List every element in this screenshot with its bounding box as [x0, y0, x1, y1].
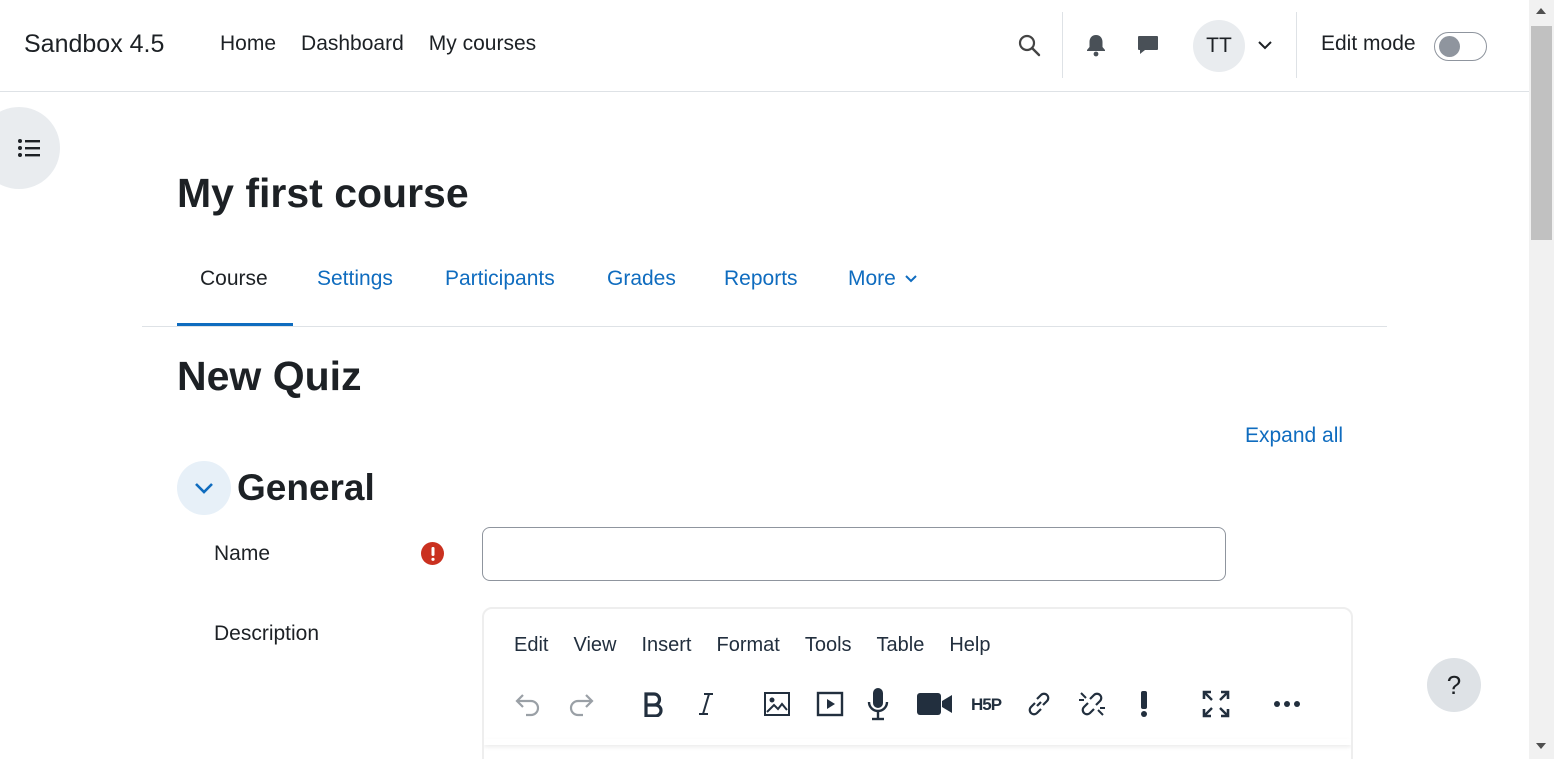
page-heading: New Quiz [177, 353, 362, 399]
tab-more-label: More [848, 267, 896, 290]
help-button[interactable]: ? [1427, 658, 1481, 712]
nav-my-courses[interactable]: My courses [429, 32, 536, 56]
general-section-collapse-button[interactable] [177, 461, 231, 515]
editor-menu-view[interactable]: View [573, 634, 616, 657]
expand-all-link[interactable]: Expand all [1245, 424, 1343, 448]
tab-more[interactable]: More [848, 267, 917, 291]
chevron-down-icon [195, 483, 213, 494]
active-tab-indicator [177, 323, 293, 326]
svg-text:H5P: H5P [971, 695, 1002, 714]
user-avatar[interactable]: TT [1193, 20, 1245, 72]
name-label: Name [214, 542, 271, 565]
more-icon[interactable] [1270, 687, 1304, 721]
bold-icon[interactable] [636, 687, 670, 721]
scroll-down-arrow-icon[interactable] [1536, 743, 1546, 749]
top-navbar: Sandbox 4.5 Home Dashboard My courses TT… [0, 0, 1529, 92]
course-title: My first course [177, 170, 469, 216]
navbar-divider [1296, 12, 1297, 78]
scroll-thumb[interactable] [1531, 26, 1552, 240]
tab-settings[interactable]: Settings [317, 267, 393, 291]
scroll-up-arrow-icon[interactable] [1536, 8, 1546, 14]
search-icon[interactable] [1014, 30, 1044, 60]
editor-menu-tools[interactable]: Tools [805, 634, 852, 657]
video-camera-icon[interactable] [916, 687, 954, 721]
tab-grades[interactable]: Grades [607, 267, 676, 291]
media-icon[interactable] [813, 687, 847, 721]
edit-mode-toggle[interactable] [1434, 32, 1487, 61]
list-icon [18, 139, 40, 157]
editor-menu-insert[interactable]: Insert [641, 634, 691, 657]
help-label: ? [1446, 669, 1462, 700]
navbar-divider [1062, 12, 1063, 78]
microphone-icon[interactable] [861, 687, 895, 721]
tab-course[interactable]: Course [200, 267, 268, 291]
description-label: Description [214, 622, 320, 645]
image-icon[interactable] [760, 687, 794, 721]
page-scrollbar[interactable] [1529, 0, 1554, 759]
italic-icon[interactable] [689, 687, 723, 721]
editor-menu-help[interactable]: Help [949, 634, 990, 657]
user-menu-chevron-down-icon[interactable] [1250, 30, 1280, 60]
edit-mode-label: Edit mode [1321, 32, 1416, 55]
undo-icon[interactable] [511, 687, 545, 721]
tab-participants[interactable]: Participants [445, 267, 555, 291]
editor-menu-format[interactable]: Format [717, 634, 780, 657]
unlink-icon[interactable] [1075, 687, 1109, 721]
course-secondary-navigation: Course Settings Participants Grades Repo… [142, 255, 1387, 327]
editor-menubar: Edit View Insert Format Tools Table Help [514, 634, 991, 657]
editor-toolbar-shadow [484, 739, 1351, 745]
editor-menu-edit[interactable]: Edit [514, 634, 548, 657]
site-name[interactable]: Sandbox 4.5 [24, 30, 164, 59]
accessibility-checker-icon[interactable] [1127, 687, 1161, 721]
bell-icon[interactable] [1081, 30, 1111, 60]
chevron-down-icon [904, 275, 917, 283]
nav-home[interactable]: Home [220, 32, 276, 56]
redo-icon[interactable] [564, 687, 598, 721]
nav-dashboard[interactable]: Dashboard [301, 32, 404, 56]
course-index-drawer-toggle[interactable] [0, 107, 60, 189]
fullscreen-icon[interactable] [1199, 687, 1233, 721]
link-icon[interactable] [1022, 687, 1056, 721]
tab-reports[interactable]: Reports [724, 267, 798, 291]
primary-navigation: Home Dashboard My courses [220, 32, 536, 56]
avatar-initials: TT [1206, 34, 1232, 57]
general-section-title: General [237, 467, 375, 508]
name-input[interactable] [482, 527, 1226, 581]
required-icon [421, 542, 444, 565]
h5p-icon[interactable]: H5P [970, 687, 1008, 721]
editor-menu-table[interactable]: Table [877, 634, 925, 657]
messages-icon[interactable] [1133, 30, 1163, 60]
description-editor[interactable]: Edit View Insert Format Tools Table Help… [482, 607, 1353, 759]
